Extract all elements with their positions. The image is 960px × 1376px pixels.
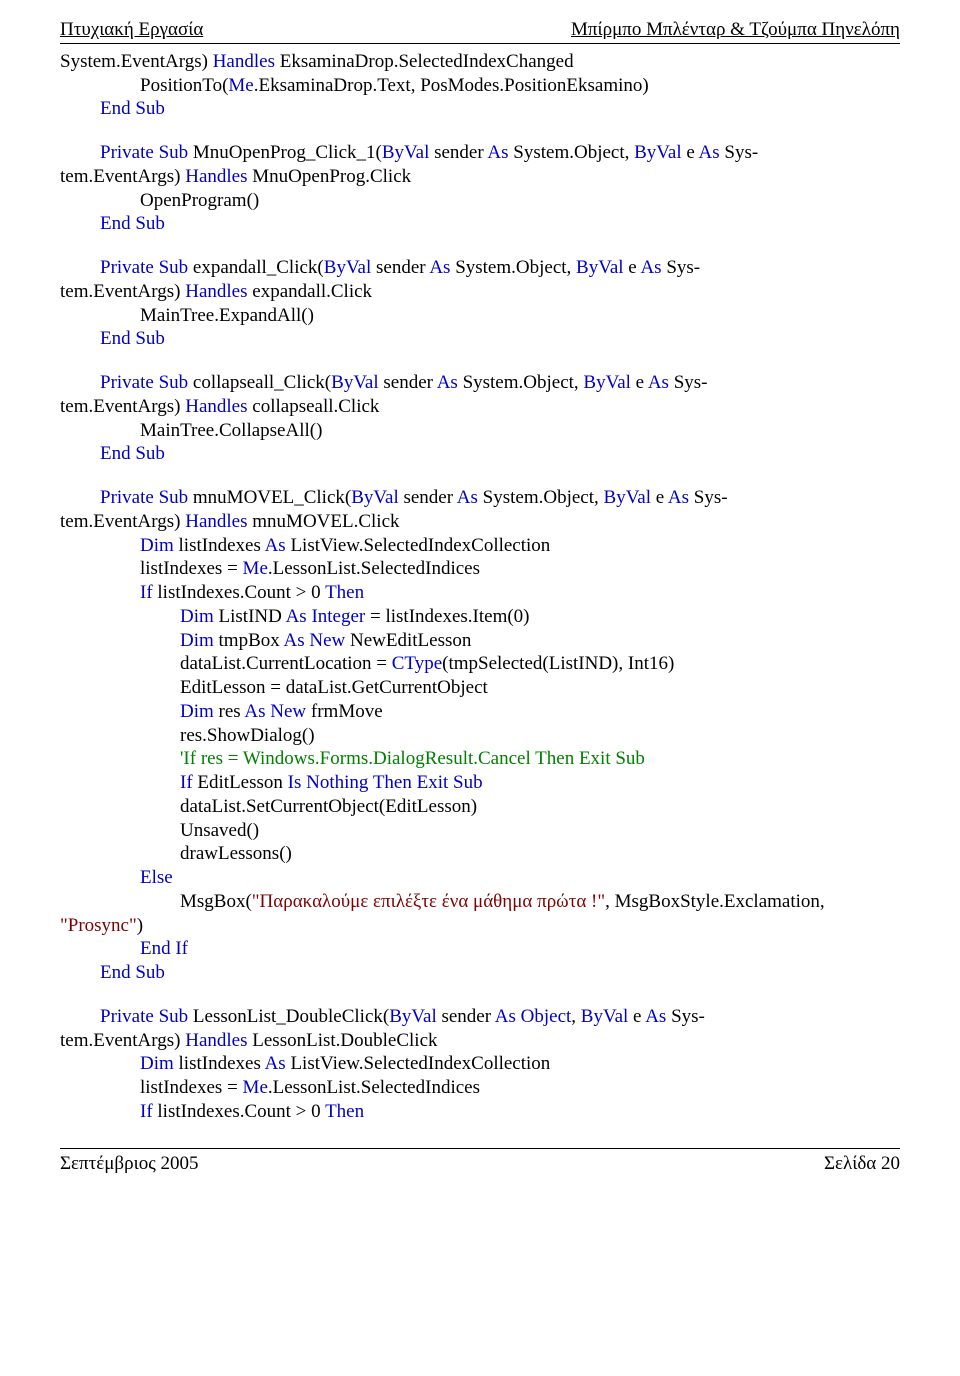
- code-line: Dim ListIND As Integer = listIndexes.Ite…: [60, 605, 900, 629]
- document-page: Πτυχιακή Εργασία Μπίρμπο Μπλένταρ & Τζού…: [0, 0, 960, 1205]
- code-line: Unsaved(): [60, 819, 900, 843]
- header-right: Μπίρμπο Μπλένταρ & Τζούμπα Πηνελόπη: [571, 18, 900, 42]
- code-line: MainTree.ExpandAll(): [60, 304, 900, 328]
- code-line: dataList.SetCurrentObject(EditLesson): [60, 795, 900, 819]
- code-line: If listIndexes.Count > 0 Then: [60, 581, 900, 605]
- code-line: If EditLesson Is Nothing Then Exit Sub: [60, 771, 900, 795]
- code-line: Private Sub MnuOpenProg_Click_1(ByVal se…: [60, 141, 900, 165]
- code-line: tem.EventArgs) Handles MnuOpenProg.Click: [60, 165, 900, 189]
- code-block-6: Private Sub LessonList_DoubleClick(ByVal…: [60, 1005, 900, 1124]
- code-line: tem.EventArgs) Handles expandall.Click: [60, 280, 900, 304]
- code-line: drawLessons(): [60, 842, 900, 866]
- page-footer: Σεπτέμβριος 2005 Σελίδα 20: [60, 1148, 900, 1176]
- code-block-5: Private Sub mnuMOVEL_Click(ByVal sender …: [60, 486, 900, 985]
- code-line: dataList.CurrentLocation = CType(tmpSele…: [60, 652, 900, 676]
- footer-left: Σεπτέμβριος 2005: [60, 1152, 198, 1176]
- code-block-1: System.EventArgs) Handles EksaminaDrop.S…: [60, 50, 900, 121]
- code-line: tem.EventArgs) Handles mnuMOVEL.Click: [60, 510, 900, 534]
- code-line: listIndexes = Me.LessonList.SelectedIndi…: [60, 557, 900, 581]
- code-line: Dim listIndexes As ListView.SelectedInde…: [60, 1052, 900, 1076]
- code-line: End If: [60, 937, 900, 961]
- code-line: System.EventArgs) Handles EksaminaDrop.S…: [60, 50, 900, 74]
- code-block-4: Private Sub collapseall_Click(ByVal send…: [60, 371, 900, 466]
- code-line: Private Sub collapseall_Click(ByVal send…: [60, 371, 900, 395]
- code-line: MsgBox("Παρακαλούμε επιλέξτε ένα μάθημα …: [60, 890, 900, 914]
- code-line: End Sub: [60, 97, 900, 121]
- code-line: Dim tmpBox As New NewEditLesson: [60, 629, 900, 653]
- code-line: tem.EventArgs) Handles LessonList.Double…: [60, 1029, 900, 1053]
- code-line: PositionTo(Me.EksaminaDrop.Text, PosMode…: [60, 74, 900, 98]
- code-line: EditLesson = dataList.GetCurrentObject: [60, 676, 900, 700]
- code-line: res.ShowDialog(): [60, 724, 900, 748]
- code-line: If listIndexes.Count > 0 Then: [60, 1100, 900, 1124]
- code-line: Dim res As New frmMove: [60, 700, 900, 724]
- code-line: End Sub: [60, 442, 900, 466]
- code-line: End Sub: [60, 961, 900, 985]
- code-line: Private Sub mnuMOVEL_Click(ByVal sender …: [60, 486, 900, 510]
- code-line: 'If res = Windows.Forms.DialogResult.Can…: [60, 747, 900, 771]
- header-left: Πτυχιακή Εργασία: [60, 18, 203, 42]
- code-line: listIndexes = Me.LessonList.SelectedIndi…: [60, 1076, 900, 1100]
- code-block-3: Private Sub expandall_Click(ByVal sender…: [60, 256, 900, 351]
- code-line: Private Sub expandall_Click(ByVal sender…: [60, 256, 900, 280]
- code-line: "Prosync"): [60, 914, 900, 938]
- code-line: Else: [60, 866, 900, 890]
- footer-right: Σελίδα 20: [824, 1152, 900, 1176]
- code-line: End Sub: [60, 327, 900, 351]
- code-line: tem.EventArgs) Handles collapseall.Click: [60, 395, 900, 419]
- page-header: Πτυχιακή Εργασία Μπίρμπο Μπλένταρ & Τζού…: [60, 18, 900, 44]
- code-line: Private Sub LessonList_DoubleClick(ByVal…: [60, 1005, 900, 1029]
- code-block-2: Private Sub MnuOpenProg_Click_1(ByVal se…: [60, 141, 900, 236]
- code-line: Dim listIndexes As ListView.SelectedInde…: [60, 534, 900, 558]
- code-line: End Sub: [60, 212, 900, 236]
- code-line: MainTree.CollapseAll(): [60, 419, 900, 443]
- code-line: OpenProgram(): [60, 189, 900, 213]
